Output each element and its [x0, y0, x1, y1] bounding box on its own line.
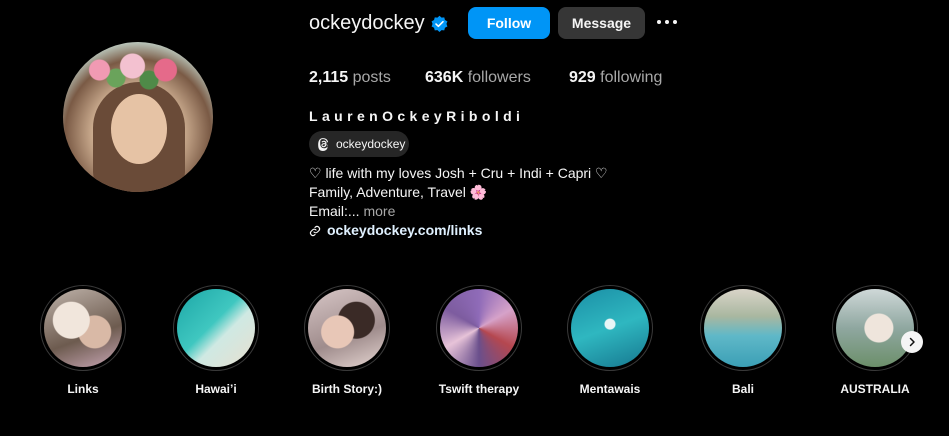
highlight-hawaii[interactable]: Hawai’i — [172, 285, 260, 396]
message-button[interactable]: Message — [558, 7, 645, 39]
more-options-icon[interactable] — [657, 14, 681, 30]
highlight-ring — [832, 285, 918, 371]
highlight-ring — [173, 285, 259, 371]
highlight-birth-story[interactable]: Birth Story:) — [303, 285, 391, 396]
verified-badge-icon — [431, 15, 448, 32]
profile-username: ockeydockey — [309, 12, 425, 34]
bio-line-1: ♡ life with my loves Josh + Cru + Indi +… — [309, 165, 608, 181]
followers-count[interactable]: 636K followers — [425, 69, 531, 87]
threads-badge[interactable]: ockeydockey — [309, 131, 409, 157]
highlight-cover — [571, 289, 649, 367]
highlight-mentawais[interactable]: Mentawais — [566, 285, 654, 396]
chevron-right-icon — [909, 337, 915, 347]
profile-bio: ♡ life with my loves Josh + Cru + Indi +… — [309, 164, 608, 240]
highlight-ring — [700, 285, 786, 371]
highlight-label: Mentawais — [579, 382, 641, 396]
highlight-ring — [567, 285, 653, 371]
highlight-ring — [436, 285, 522, 371]
highlight-ring — [304, 285, 390, 371]
highlight-label: AUSTRALIA — [840, 382, 910, 396]
highlight-links[interactable]: Links — [39, 285, 127, 396]
highlight-cover — [704, 289, 782, 367]
bio-line-2: Family, Adventure, Travel 🌸 — [309, 184, 488, 200]
following-count[interactable]: 929 following — [569, 69, 662, 87]
link-icon — [309, 225, 321, 236]
highlights-next-button[interactable] — [901, 331, 923, 353]
follow-button[interactable]: Follow — [468, 7, 550, 39]
avatar-face — [111, 94, 167, 164]
highlight-cover — [308, 289, 386, 367]
highlight-cover — [836, 289, 914, 367]
threads-icon — [318, 138, 329, 151]
highlight-cover — [44, 289, 122, 367]
highlight-label: Bali — [731, 382, 754, 396]
highlight-bali[interactable]: Bali — [699, 285, 787, 396]
threads-handle: ockeydockey — [336, 137, 406, 151]
highlight-label: Hawai’i — [195, 382, 237, 396]
avatar-flower-crown — [83, 50, 193, 90]
profile-full-name: LaurenOckeyRiboldi — [309, 108, 525, 124]
profile-avatar[interactable] — [63, 42, 213, 192]
highlight-cover — [177, 289, 255, 367]
bio-external-link[interactable]: ockeydockey.com/links — [309, 221, 608, 240]
bio-line-3: Email:... more — [309, 203, 396, 219]
highlight-ring — [40, 285, 126, 371]
highlight-label: Links — [67, 382, 99, 396]
bio-more-link[interactable]: more — [363, 203, 395, 219]
highlight-cover — [440, 289, 518, 367]
highlight-label: Birth Story:) — [312, 382, 382, 396]
posts-count[interactable]: 2,115 posts — [309, 69, 391, 87]
highlight-label: Tswift therapy — [438, 382, 520, 396]
highlight-tswift-therapy[interactable]: Tswift therapy — [435, 285, 523, 396]
